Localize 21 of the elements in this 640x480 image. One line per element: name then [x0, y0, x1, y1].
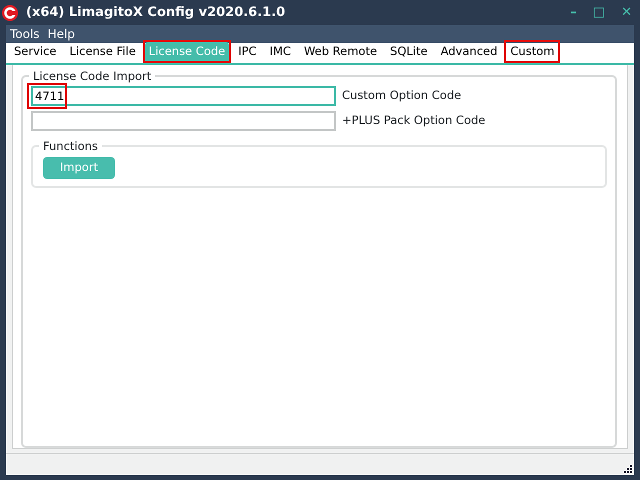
- tab[interactable]: License File: [66, 42, 140, 62]
- resize-grip-icon: [624, 465, 632, 473]
- input-field[interactable]: [31, 111, 336, 131]
- group-title: License Code Import: [29, 68, 156, 86]
- field-label: +PLUS Pack Option Code: [342, 112, 486, 130]
- tab[interactable]: Service: [10, 42, 61, 62]
- close-button[interactable]: ✕: [619, 2, 634, 22]
- field-label: Custom Option Code: [342, 87, 462, 104]
- app-logo-icon: [2, 4, 18, 21]
- input-field[interactable]: 4711: [31, 86, 336, 106]
- minimize-button[interactable]: –: [568, 2, 579, 22]
- tab[interactable]: SQLite: [386, 42, 432, 62]
- tab[interactable]: Web Remote: [300, 42, 382, 62]
- menu-item[interactable]: Help: [44, 25, 79, 44]
- window-title: (x64) LimagitoX Config v2020.6.1.0: [26, 4, 286, 22]
- maximize-button[interactable]: □: [590, 2, 608, 22]
- tab[interactable]: Advanced: [436, 42, 502, 62]
- tab[interactable]: IPC: [234, 42, 261, 62]
- tab[interactable]: Custom: [506, 42, 558, 62]
- menu-item[interactable]: Tools: [6, 25, 44, 44]
- tab[interactable]: IMC: [266, 42, 295, 62]
